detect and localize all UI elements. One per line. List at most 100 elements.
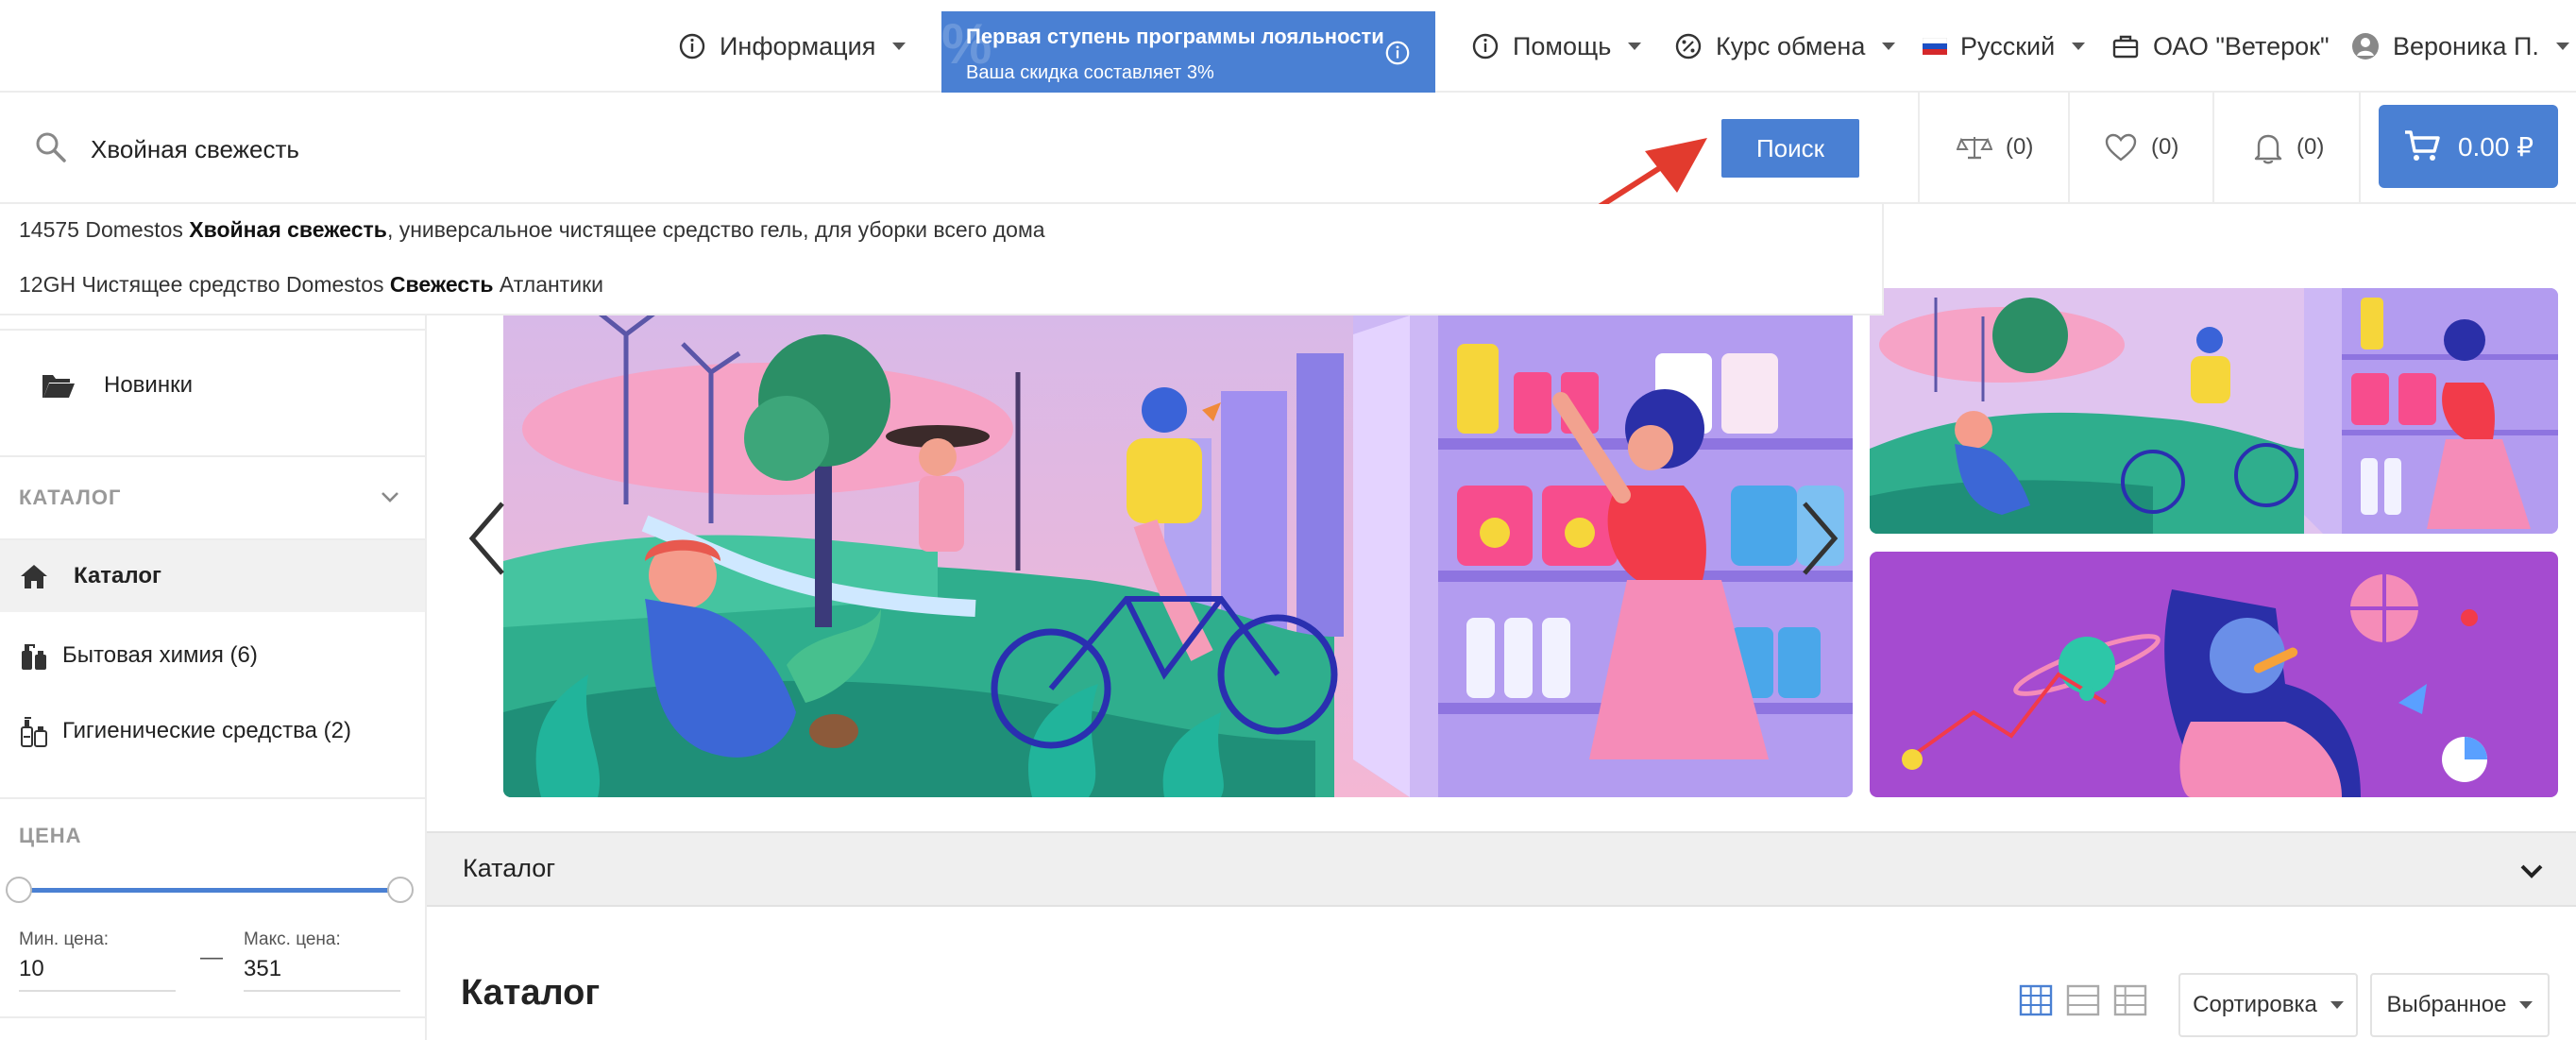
sidebar-item-label: Новинки — [104, 372, 193, 398]
promo-illustration-small-image — [1870, 288, 2558, 534]
catalog-accordion-label: Каталог — [463, 854, 556, 882]
chevron-down-icon[interactable] — [2519, 861, 2544, 880]
min-price-label: Мин. цена: — [19, 929, 110, 949]
notifications-count: (0) — [2296, 134, 2325, 160]
analytics-illustration-image — [1870, 552, 2558, 797]
sort-dropdown-label: Сортировка — [2193, 992, 2317, 1017]
sidebar-item-label: Бытовая химия (6) — [62, 642, 258, 668]
info-icon[interactable] — [1384, 40, 1411, 66]
filter-dropdown-label: Выбранное — [2386, 992, 2507, 1017]
percent-watermark-icon: % — [941, 12, 992, 76]
sidebar-item-hygiene[interactable]: Гигиенические средства (2) — [0, 705, 425, 758]
bell-icon — [2254, 134, 2282, 164]
sidebar-item-catalog[interactable]: Каталог — [0, 540, 425, 612]
scales-icon — [1957, 137, 1992, 160]
range-dash: — — [200, 945, 223, 970]
loyalty-banner[interactable]: % Первая ступень программы лояльности Ва… — [941, 11, 1435, 93]
chevron-down-icon — [1628, 43, 1642, 50]
price-max-handle[interactable] — [387, 877, 414, 903]
user-menu[interactable]: Вероника П. — [2351, 0, 2569, 93]
compare-button[interactable]: (0) — [1957, 93, 2033, 202]
home-icon — [21, 565, 47, 588]
company-menu[interactable]: ОАО "Ветерок" — [2111, 0, 2330, 93]
loyalty-title: Первая ступень программы лояльности — [966, 25, 1384, 48]
list-view-icon[interactable] — [2066, 984, 2100, 1016]
favorites-button[interactable]: (0) — [2104, 93, 2178, 202]
info-menu-label: Информация — [720, 31, 876, 60]
briefcase-icon — [2112, 35, 2139, 59]
sidebar-item-household-chemicals[interactable]: Бытовая химия (6) — [0, 629, 425, 682]
chevron-down-icon — [1882, 43, 1896, 50]
max-price-input[interactable]: 351 — [244, 956, 400, 992]
hygiene-products-icon — [21, 717, 47, 747]
divider — [0, 455, 425, 457]
catalog-section-header: КАТАЛОГ — [19, 486, 122, 509]
cart-icon — [2404, 130, 2440, 161]
sidebar-item-label: Гигиенические средства (2) — [62, 718, 351, 743]
sidebar-item-label: Каталог — [74, 563, 161, 588]
search-row: Поиск (0) (0) (0) 0.00 ₽ — [0, 93, 2576, 204]
search-icon — [36, 132, 66, 162]
price-range-track[interactable] — [19, 888, 400, 893]
cleaning-products-icon — [22, 644, 46, 670]
max-price-label: Макс. цена: — [244, 929, 341, 949]
view-switcher — [2019, 984, 2147, 1016]
compare-count: (0) — [2006, 134, 2034, 160]
divider — [0, 329, 425, 331]
carousel-prev-button[interactable] — [461, 496, 517, 581]
price-min-handle[interactable] — [6, 877, 32, 903]
user-name: Вероника П. — [2393, 31, 2539, 60]
sidebar-item-new[interactable]: Новинки — [0, 357, 425, 414]
heart-icon — [2105, 133, 2137, 162]
exchange-rate-menu[interactable]: Курс обмена — [1674, 0, 1896, 93]
search-button[interactable]: Поиск — [1721, 119, 1859, 178]
cart-total: 0.00 ₽ — [2457, 131, 2534, 162]
promo-illustration-image — [503, 315, 1853, 797]
side-banner-bottom[interactable] — [1870, 552, 2558, 797]
favorites-count: (0) — [2151, 134, 2179, 160]
exchange-rate-label: Курс обмена — [1716, 31, 1866, 60]
help-menu[interactable]: Помощь — [1471, 0, 1642, 93]
search-input[interactable] — [91, 121, 1696, 178]
divider — [2068, 93, 2070, 202]
notifications-button[interactable]: (0) — [2253, 93, 2324, 202]
info-menu[interactable]: Информация — [678, 0, 907, 93]
folder-open-icon — [42, 375, 75, 398]
catalog-accordion[interactable]: Каталог — [427, 831, 2576, 907]
language-menu[interactable]: Русский — [1923, 0, 2086, 93]
divider — [0, 797, 425, 799]
min-price-input[interactable]: 10 — [19, 956, 176, 992]
chevron-down-icon[interactable] — [380, 489, 400, 504]
chevron-down-icon — [2555, 43, 2569, 50]
info-icon — [679, 33, 705, 60]
divider — [2359, 93, 2361, 202]
divider — [2212, 93, 2214, 202]
page-title: Каталог — [461, 973, 601, 1013]
divider — [0, 1016, 425, 1018]
table-view-icon[interactable] — [2113, 984, 2147, 1016]
search-suggestions: 14575 Domestos Хвойная свежесть, универс… — [0, 204, 1884, 315]
loyalty-discount: Ваша скидка составляет 3% — [966, 62, 1214, 83]
russian-flag-icon — [1923, 38, 1947, 55]
cart-button[interactable]: 0.00 ₽ — [2379, 105, 2558, 188]
chevron-down-icon — [2330, 1001, 2344, 1009]
suggestion-item[interactable]: 12GH Чистящее средство Domestos Свежесть… — [19, 272, 603, 298]
top-bar: Информация % Первая ступень программы ло… — [0, 0, 2576, 93]
sort-dropdown[interactable]: Сортировка — [2178, 973, 2358, 1037]
price-section-header: ЦЕНА — [19, 824, 82, 847]
suggestion-item[interactable]: 14575 Domestos Хвойная свежесть, универс… — [19, 217, 1045, 243]
filter-dropdown[interactable]: Выбранное — [2370, 973, 2550, 1037]
chevron-down-icon — [892, 43, 907, 50]
user-avatar-icon — [2352, 33, 2379, 60]
side-banner-top[interactable] — [1870, 288, 2558, 534]
percent-icon — [1675, 33, 1702, 60]
chevron-down-icon — [2072, 43, 2086, 50]
chevron-down-icon — [2519, 1001, 2534, 1009]
grid-view-icon[interactable] — [2019, 984, 2053, 1016]
company-label: ОАО "Ветерок" — [2153, 31, 2330, 60]
language-label: Русский — [1960, 31, 2056, 60]
carousel-next-button[interactable] — [1789, 496, 1846, 581]
main-promo-banner[interactable] — [503, 315, 1853, 797]
divider — [1918, 93, 1920, 202]
info-icon — [1472, 33, 1499, 60]
